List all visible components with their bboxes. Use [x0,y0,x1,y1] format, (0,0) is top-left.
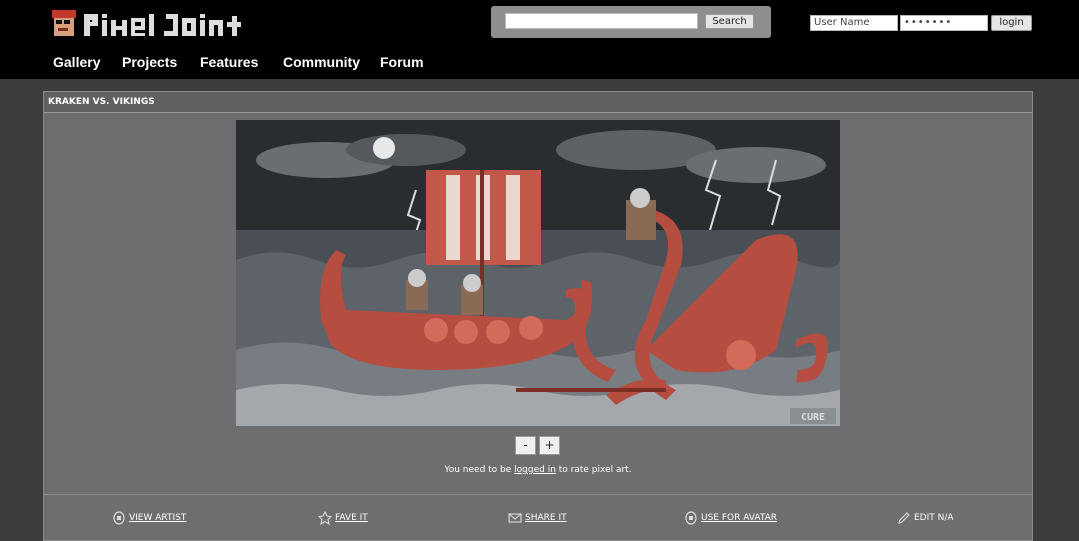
search-button[interactable]: Search [705,14,754,29]
panel-header: KRAKEN VS. VIKINGS [44,92,1032,113]
search-bar: Search [491,6,771,38]
fave-it-label: FAVE IT [335,513,368,523]
envelope-icon [508,513,522,523]
rating-prefix: You need to be [444,465,515,475]
kraken-vs-vikings-image: CURE [236,120,840,426]
zoom-out-button[interactable]: - [515,436,536,455]
view-artist-label: VIEW ARTIST [129,513,187,523]
divider [44,494,1032,495]
fave-it-action[interactable]: FAVE IT [318,510,368,526]
pixel-joint-logo-icon [52,10,241,36]
star-icon [318,511,332,525]
password-field[interactable]: ••••••• [900,15,988,31]
nav-forum[interactable]: Forum [380,54,424,70]
artwork-title: KRAKEN VS. VIKINGS [48,97,155,107]
zoom-in-button[interactable]: + [539,436,560,455]
top-bar: Search User Name ••••••• login Gallery P… [0,0,1079,79]
nav-gallery[interactable]: Gallery [53,54,100,70]
login-link[interactable]: logged in [514,465,556,475]
nav-features[interactable]: Features [200,54,258,70]
nav-community[interactable]: Community [283,54,360,70]
username-field[interactable]: User Name [810,15,898,31]
artwork-panel: KRAKEN VS. VIKINGS CURE - + You need to … [43,91,1033,541]
avatar-icon [685,511,697,525]
view-artist-action[interactable]: VIEW ARTIST [112,510,186,526]
nav-projects[interactable]: Projects [122,54,177,70]
edit-action: EDIT N/A [897,510,954,526]
artist-signature: CURE [801,412,825,423]
pencil-icon [898,512,910,524]
login-button[interactable]: login [991,15,1032,31]
artist-icon [113,511,125,525]
edit-label: EDIT N/A [914,513,954,523]
share-it-action[interactable]: SHARE IT [508,510,567,526]
use-for-avatar-label: USE FOR AVATAR [701,513,778,523]
site-logo[interactable] [50,8,260,40]
rating-suffix: to rate pixel art. [555,465,632,475]
search-input[interactable] [505,13,698,29]
pixel-artwork[interactable]: CURE [236,120,840,426]
use-for-avatar-action[interactable]: USE FOR AVATAR [684,510,777,526]
rating-message: You need to be logged in to rate pixel a… [44,465,1032,475]
share-it-label: SHARE IT [525,513,567,523]
